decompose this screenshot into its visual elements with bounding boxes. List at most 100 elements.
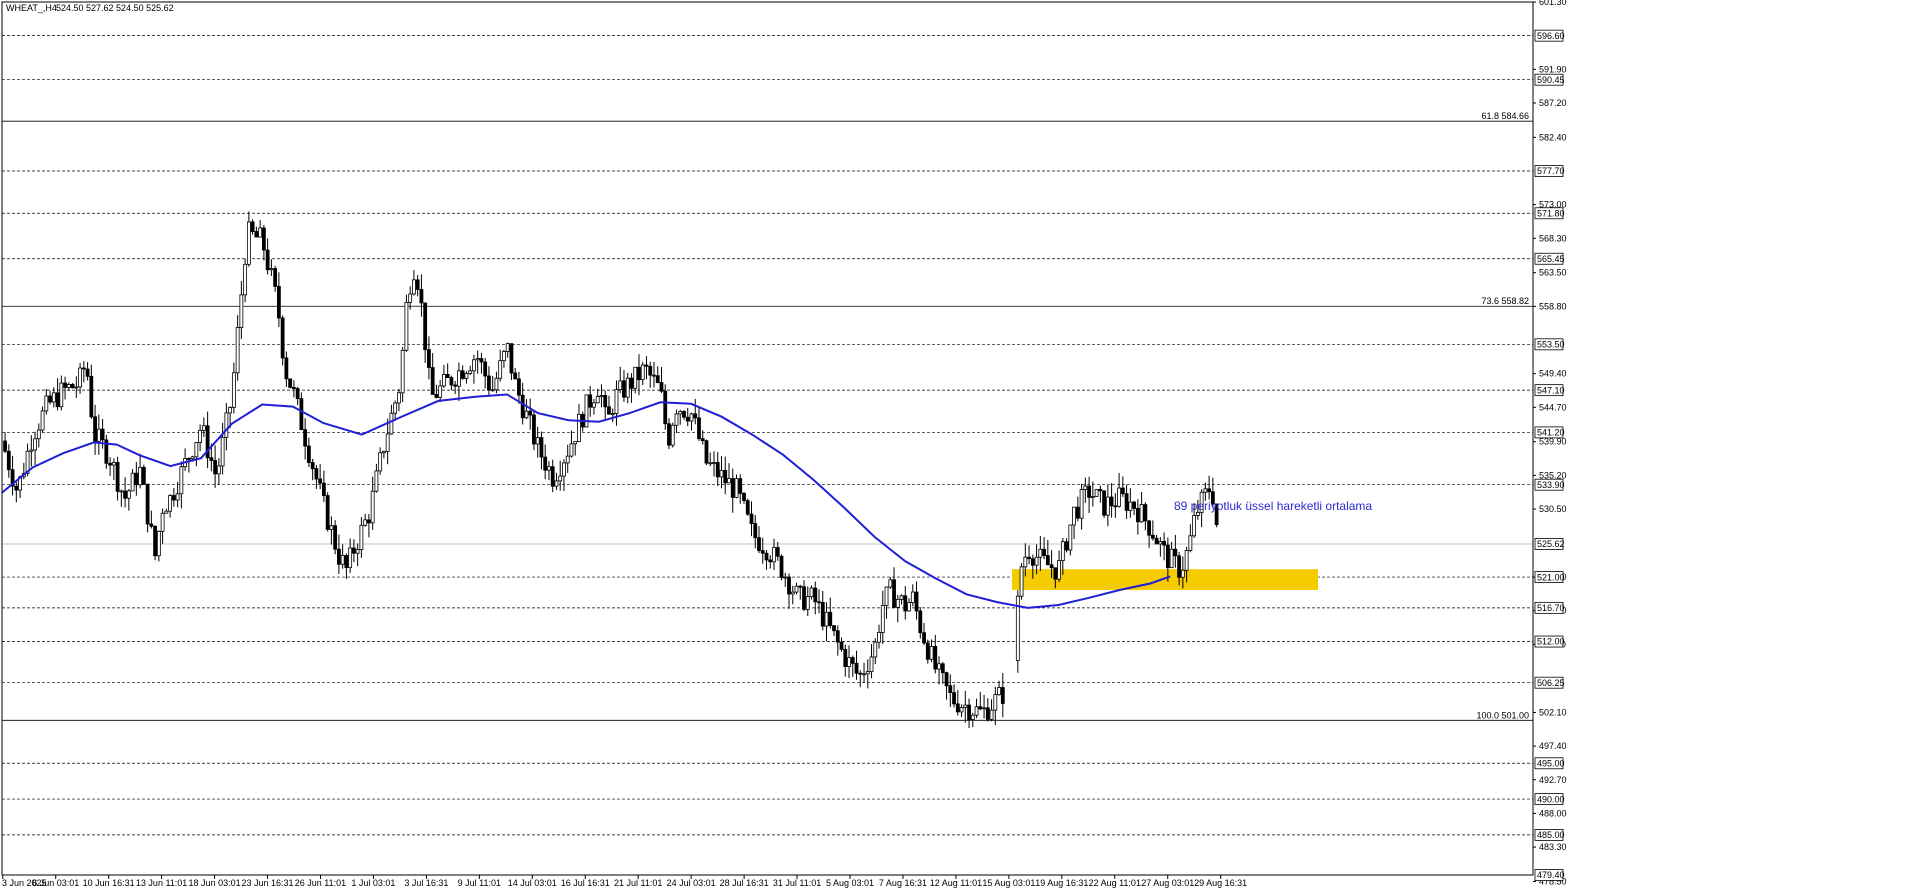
candle-body bbox=[1135, 508, 1140, 523]
candle-body bbox=[348, 547, 353, 569]
candle-body bbox=[925, 642, 930, 660]
candle-body bbox=[629, 377, 634, 389]
candle-body bbox=[618, 380, 623, 391]
candle-body bbox=[982, 707, 986, 710]
price-tick-label: 568.30 bbox=[1539, 233, 1567, 243]
candle-body bbox=[1023, 556, 1028, 568]
candle-body bbox=[963, 704, 968, 708]
candle-body bbox=[693, 413, 698, 419]
candle-body bbox=[468, 370, 473, 374]
candle-body bbox=[1045, 555, 1050, 566]
candle-body bbox=[588, 394, 593, 408]
candle-body bbox=[74, 386, 79, 389]
candle-body bbox=[820, 602, 825, 627]
candle-body bbox=[715, 462, 720, 478]
candle-body bbox=[145, 483, 150, 525]
candle-body bbox=[265, 249, 270, 271]
candle-body bbox=[640, 364, 645, 381]
price-chart[interactable]: 61.8 584.66 73.6 558.82 100.0 501.00 601.3… bbox=[0, 0, 1916, 888]
candle bbox=[404, 294, 409, 352]
candle-body bbox=[498, 360, 503, 379]
candle-body bbox=[198, 429, 203, 443]
candle-body bbox=[742, 493, 746, 502]
price-tick-label: 563.50 bbox=[1539, 268, 1567, 278]
candle-body bbox=[1060, 541, 1065, 561]
candle-body bbox=[1053, 567, 1058, 580]
candle-body bbox=[318, 478, 323, 484]
candle-body bbox=[1109, 496, 1114, 507]
candle-body bbox=[524, 410, 529, 419]
candle-body bbox=[880, 605, 885, 633]
candle-body bbox=[228, 407, 233, 414]
time-tick-label: 22 Aug 11:01 bbox=[1089, 878, 1141, 888]
candle-body bbox=[306, 445, 311, 463]
candle-body bbox=[1132, 501, 1136, 509]
candle-body bbox=[993, 694, 998, 711]
candle-body bbox=[805, 596, 810, 610]
candle-body bbox=[1072, 506, 1076, 526]
candle-body bbox=[340, 555, 345, 565]
candle-body bbox=[978, 706, 983, 710]
candle-body bbox=[40, 410, 45, 431]
candle-body bbox=[44, 395, 49, 412]
candle-body bbox=[989, 709, 994, 720]
candle bbox=[670, 422, 675, 448]
candle-body bbox=[1165, 544, 1170, 569]
candle-body bbox=[352, 547, 356, 554]
candle-body bbox=[865, 671, 870, 675]
candle-body bbox=[449, 377, 454, 386]
level-label-495.00-text: 495.00 bbox=[1537, 758, 1565, 768]
candle-body bbox=[509, 343, 514, 374]
time-tick-label: 19 Aug 16:31 bbox=[1035, 878, 1088, 888]
candle-body bbox=[659, 382, 664, 392]
candle-body bbox=[397, 392, 401, 404]
candle-body bbox=[532, 414, 536, 445]
candle-body bbox=[70, 384, 75, 389]
level-label-490.00-text: 490.00 bbox=[1537, 794, 1565, 804]
candle-body bbox=[663, 390, 668, 425]
candle-body bbox=[652, 374, 656, 377]
time-tick-label: 15 Aug 03:01 bbox=[982, 878, 1035, 888]
time-tick-label: 24 Jul 03:01 bbox=[667, 878, 716, 888]
candle-body bbox=[1105, 496, 1110, 516]
candle-body bbox=[325, 495, 330, 530]
candle-body bbox=[415, 279, 420, 290]
candle-body bbox=[1030, 558, 1035, 566]
candle-body bbox=[775, 547, 780, 557]
candle-body bbox=[1049, 564, 1054, 569]
candle-body bbox=[156, 530, 161, 557]
level-label-506.25-text: 506.25 bbox=[1537, 678, 1565, 688]
candle-body bbox=[81, 367, 86, 370]
candle-body bbox=[220, 436, 225, 467]
candle-body bbox=[712, 462, 716, 464]
candle-body bbox=[1177, 555, 1182, 578]
candle-body bbox=[569, 443, 574, 457]
candle-body bbox=[134, 472, 139, 486]
candle-body bbox=[1038, 548, 1043, 558]
candle-body bbox=[843, 648, 848, 667]
candle-body bbox=[573, 441, 578, 445]
price-tick-label: 530.50 bbox=[1539, 504, 1567, 514]
candle-body bbox=[1064, 541, 1069, 551]
candle-body bbox=[14, 485, 19, 491]
candle-body bbox=[685, 416, 690, 422]
candle-body bbox=[719, 470, 724, 478]
candle-body bbox=[1042, 548, 1046, 556]
price-tick-label: 591.90 bbox=[1539, 64, 1567, 74]
candle-body bbox=[550, 466, 555, 487]
candle-body bbox=[171, 495, 176, 501]
candle-body bbox=[1000, 687, 1005, 704]
candle-body bbox=[111, 462, 116, 466]
price-tick-label: 549.40 bbox=[1539, 369, 1567, 379]
candle-body bbox=[565, 455, 570, 464]
candle-body bbox=[378, 452, 383, 472]
candle-body bbox=[1117, 487, 1121, 507]
candle-body bbox=[787, 576, 791, 595]
candle-body bbox=[400, 349, 405, 394]
candle-body bbox=[1087, 485, 1091, 498]
candle-body bbox=[78, 367, 82, 388]
candle-body bbox=[959, 707, 964, 713]
candle-body bbox=[321, 482, 326, 496]
candle bbox=[141, 464, 146, 485]
candle-body bbox=[231, 372, 236, 408]
